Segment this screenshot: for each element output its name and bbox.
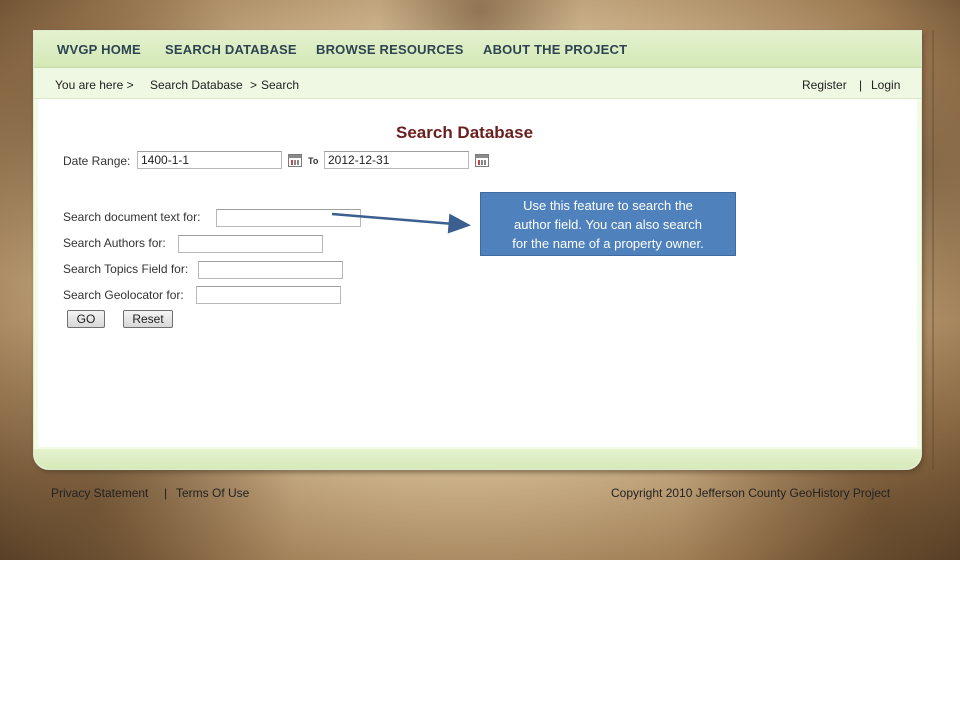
footer-divider: |	[164, 486, 168, 500]
help-callout: Use this feature to search the author fi…	[480, 192, 736, 256]
terms-of-use-link[interactable]: Terms Of Use	[176, 486, 249, 500]
authors-input[interactable]	[178, 235, 323, 253]
callout-line-1: Use this feature to search the	[523, 198, 693, 213]
breadcrumb-prefix: You are here >	[55, 78, 134, 92]
copyright-text: Copyright 2010 Jefferson County GeoHisto…	[611, 486, 891, 500]
doc-text-input[interactable]	[216, 209, 361, 227]
callout-line-2: author field. You can also search	[514, 217, 702, 232]
account-divider: |	[859, 78, 863, 92]
page-title: Search Database	[396, 123, 534, 142]
nav-about-project[interactable]: ABOUT THE PROJECT	[483, 42, 627, 57]
topics-input[interactable]	[198, 261, 343, 279]
calendar-to-icon[interactable]	[475, 154, 489, 167]
doc-text-label: Search document text for:	[63, 210, 201, 224]
panel-bottom-bar	[34, 449, 921, 469]
main-panel: WVGP HOME SEARCH DATABASE BROWSE RESOURC…	[33, 30, 922, 470]
geolocator-input[interactable]	[196, 286, 341, 304]
register-link[interactable]: Register	[802, 78, 847, 92]
reset-button[interactable]: Reset	[123, 310, 173, 328]
geolocator-label: Search Geolocator for:	[63, 288, 184, 302]
go-button[interactable]: GO	[67, 310, 105, 328]
privacy-statement-link[interactable]: Privacy Statement	[51, 486, 148, 500]
breadcrumb-search-database[interactable]: Search Database	[150, 78, 243, 92]
calendar-from-icon[interactable]	[288, 154, 302, 167]
top-navigation: WVGP HOME SEARCH DATABASE BROWSE RESOURC…	[34, 31, 921, 68]
page-shadow-edge	[932, 30, 934, 470]
breadcrumb-bar: You are here > Search Database > Search …	[34, 68, 921, 99]
callout-line-3: for the name of a property owner.	[512, 236, 704, 251]
login-link[interactable]: Login	[871, 78, 900, 92]
date-range-label: Date Range:	[63, 154, 131, 168]
date-from-input[interactable]: 1400-1-1	[137, 151, 282, 169]
date-to-label: To	[308, 156, 319, 166]
date-to-input[interactable]: 2012-12-31	[324, 151, 469, 169]
content-area: Search Database Date Range: 1400-1-1 To …	[38, 99, 917, 447]
authors-label: Search Authors for:	[63, 236, 166, 250]
breadcrumb-separator: >	[250, 78, 258, 92]
nav-home[interactable]: WVGP HOME	[57, 42, 141, 57]
breadcrumb-current: Search	[261, 78, 300, 92]
nav-search-database[interactable]: SEARCH DATABASE	[165, 42, 297, 57]
nav-browse-resources[interactable]: BROWSE RESOURCES	[316, 42, 464, 57]
topics-label: Search Topics Field for:	[63, 262, 189, 276]
